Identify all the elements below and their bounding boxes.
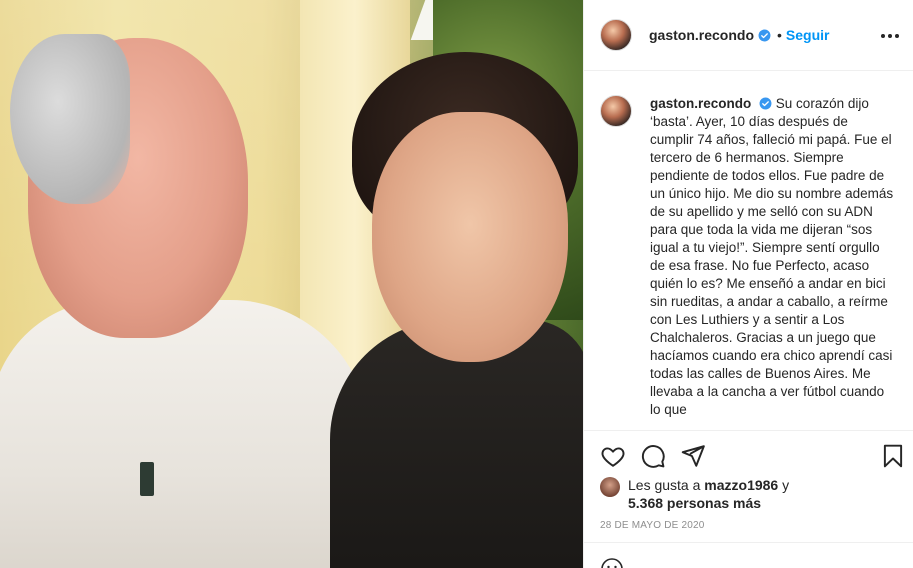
header-username[interactable]: gaston.recondo [649,27,754,43]
likes-prefix: Les gusta a [628,477,701,493]
bookmark-icon[interactable] [880,443,906,469]
post-date[interactable]: 28 DE MAYO DE 2020 [600,520,705,531]
action-bar [584,430,913,480]
send-icon[interactable] [680,443,706,469]
caption: gaston.recondo Su corazón dijo ‘basta’. … [650,95,894,419]
post-photo[interactable] [0,0,583,568]
post-side-panel: gaston.recondo • Seguir gaston.recondo S… [583,0,913,568]
caption-area: gaston.recondo Su corazón dijo ‘basta’. … [584,71,913,429]
post-header: gaston.recondo • Seguir [584,0,913,71]
comment-bubble-icon[interactable] [640,443,666,469]
likes-summary: Les gusta a mazzo1986 y 5.368 personas m… [600,476,900,512]
emoji-icon[interactable] [600,557,624,568]
caption-row: gaston.recondo Su corazón dijo ‘basta’. … [600,95,898,419]
photo-younger-man-face [372,112,568,362]
likes-text: Les gusta a mazzo1986 y 5.368 personas m… [628,476,789,512]
avatar[interactable] [600,19,632,51]
verified-badge-icon [758,29,771,41]
comment-bar [584,542,913,568]
more-options-icon[interactable] [878,24,902,48]
likes-connector: y [782,477,790,493]
photo-older-man-shirt [0,300,370,568]
likes-others[interactable]: 5.368 personas más [628,495,761,511]
photo-pen [140,462,154,496]
caption-body: Su corazón dijo ‘basta’. Ayer, 10 días d… [650,96,894,417]
caption-avatar[interactable] [600,95,632,127]
verified-badge-icon [759,97,772,110]
liker-avatar[interactable] [600,477,620,497]
likes-user[interactable]: mazzo1986 [704,477,778,493]
header-separator: • [777,27,782,43]
follow-button[interactable]: Seguir [786,27,830,43]
heart-icon[interactable] [600,443,626,469]
caption-username[interactable]: gaston.recondo [650,96,751,111]
